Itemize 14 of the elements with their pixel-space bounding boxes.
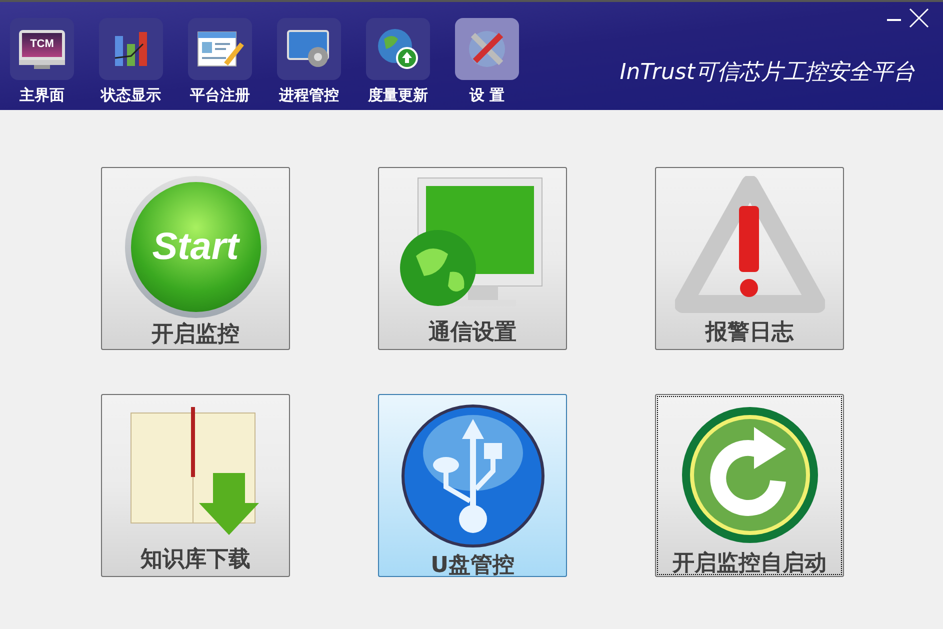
warning-triangle-icon (674, 176, 824, 316)
tile-button[interactable]: Start 开启监控 (101, 167, 290, 350)
tile-button[interactable]: 知识库下载 (101, 394, 290, 577)
id-card-pencil-icon (196, 30, 244, 68)
globe-upload-icon (376, 27, 420, 71)
usb-orb-icon (400, 403, 546, 549)
tile-button[interactable]: 通信设置 (378, 167, 567, 350)
app-title: InTrust可信芯片工控安全平台 (620, 59, 915, 87)
tile-button[interactable]: 报警日志 (655, 167, 844, 350)
screen-gear-icon (286, 29, 332, 69)
start-orb-icon: Start (124, 176, 266, 318)
close-icon[interactable] (909, 8, 929, 28)
tile-button[interactable]: 开启监控自启动 (655, 394, 844, 577)
tile-button[interactable]: U盘管控 (378, 394, 567, 577)
